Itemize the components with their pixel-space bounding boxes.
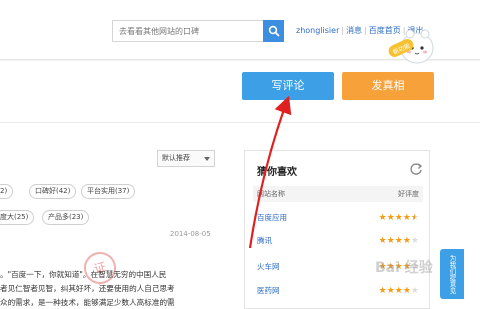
star-rating: ★★★★★ — [378, 286, 419, 296]
tag[interactable]: 度大(25) — [0, 210, 35, 225]
site-name[interactable]: 医药网 — [257, 281, 280, 301]
review-text: 。"百度一下，你就知道"。在智慧无穷的中国人民 者见仁智者见智，纠其好坏，还要使… — [0, 268, 212, 309]
site-name[interactable]: 腾讯 — [257, 231, 272, 251]
mascot-icon[interactable]: 新功能 — [388, 22, 436, 68]
refresh-icon[interactable] — [409, 162, 423, 176]
site-row[interactable]: 百度应用 ★★★★★★ — [253, 208, 423, 228]
write-review-button[interactable]: 写评论 — [242, 72, 334, 100]
site-row[interactable]: 腾讯 ★★★★★ — [253, 231, 423, 251]
search-box — [112, 20, 284, 42]
chevron-down-icon — [204, 157, 210, 161]
post-truth-button[interactable]: 发真相 — [342, 72, 434, 100]
review-line: 者见仁智者见智，纠其好坏，还要使用的人自己思考 — [0, 284, 175, 293]
review-date: 2014-08-05 — [170, 230, 211, 238]
site-row[interactable]: 医药网 ★★★★★ — [253, 281, 423, 301]
divider: | — [364, 26, 367, 35]
panel-title: 猜你喜欢 — [257, 167, 297, 178]
search-input[interactable] — [113, 21, 263, 41]
search-button[interactable] — [263, 20, 284, 42]
tag[interactable]: 平台实用(37) — [81, 184, 136, 199]
divider: | — [341, 26, 345, 35]
site-name[interactable]: 百度应用 — [257, 208, 287, 228]
tag[interactable]: 产品多(23) — [42, 210, 90, 225]
feedback-tab[interactable]: 为我们提意见 — [440, 249, 464, 299]
table-header: 网站名称 好评度 — [253, 186, 423, 202]
tag[interactable]: 口碑好(42) — [29, 184, 77, 199]
sort-dropdown[interactable]: 默认推荐 — [157, 150, 215, 167]
username-link[interactable]: zhonglisier — [296, 26, 339, 35]
star-rating: ★★★★★★ — [378, 213, 419, 223]
col-score: 好评度 — [398, 190, 419, 198]
site-name[interactable]: 火车网 — [257, 257, 280, 277]
star-rating: ★★★★★ — [378, 236, 419, 246]
search-icon — [268, 25, 280, 37]
review-line: 众的需求，是一种技术，能够满足少数人高标准的需 — [0, 298, 175, 307]
guess-you-like-panel: 猜你喜欢 网站名称 好评度 百度应用 ★★★★★★ 腾讯 ★★★★★ 火车网 ★… — [244, 150, 430, 309]
baidu-jingyan-watermark: Bai 经验 — [375, 260, 433, 276]
col-site-name: 网站名称 — [257, 190, 285, 198]
messages-link[interactable]: 消息 — [346, 26, 362, 35]
sort-selected: 默认推荐 — [162, 154, 190, 162]
section-divider — [0, 122, 480, 123]
review-line: 。"百度一下，你就知道"。在智慧无穷的中国人民 — [0, 270, 167, 279]
